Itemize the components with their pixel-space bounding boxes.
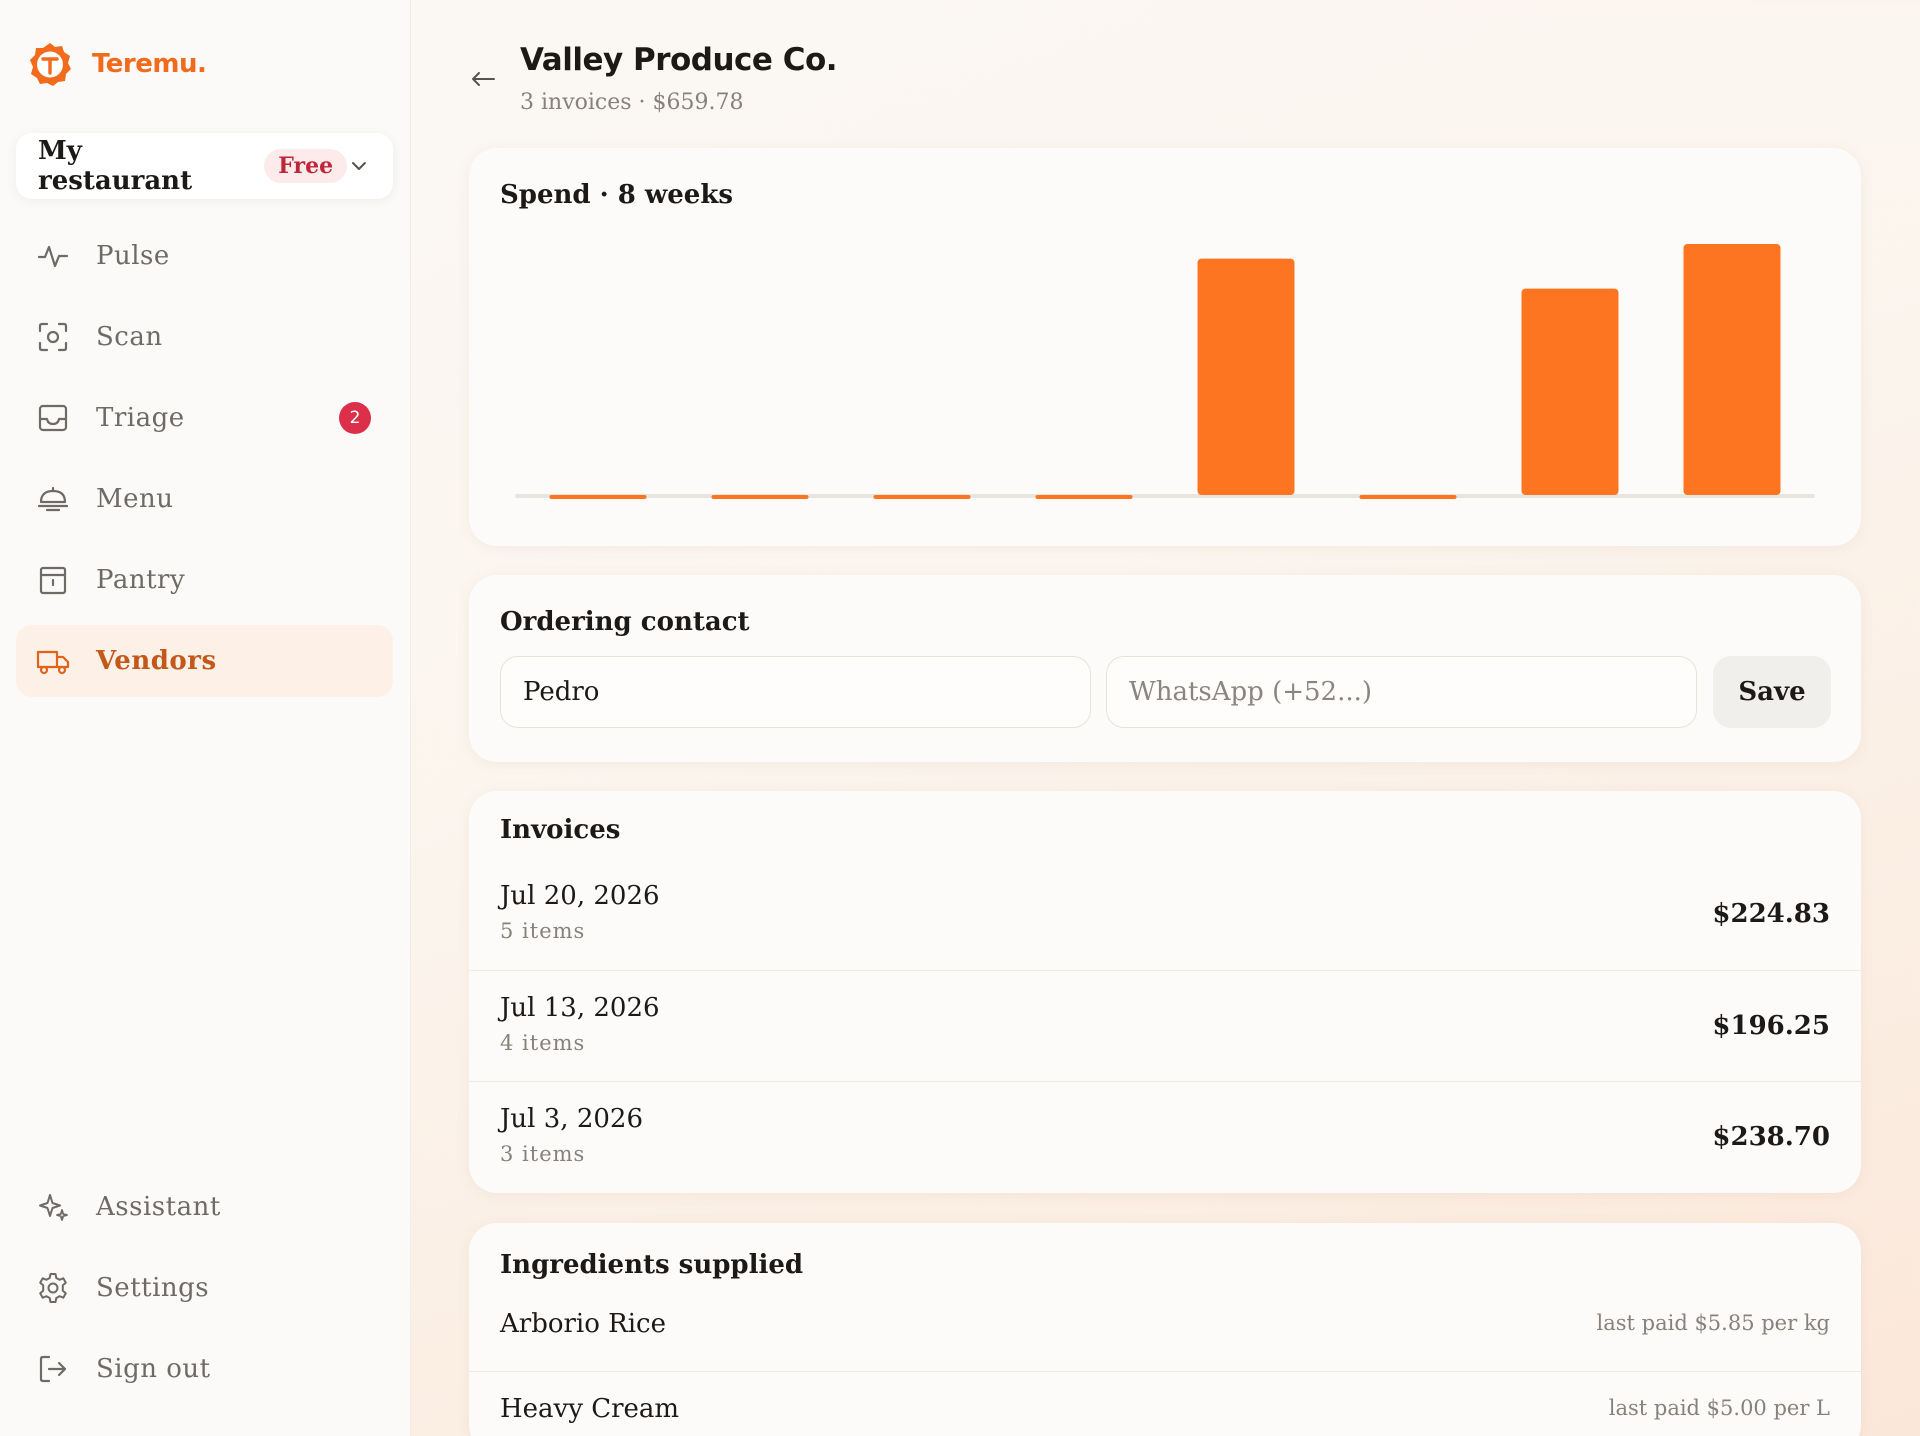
chart-bar-zero[interactable] [549,495,647,499]
invoice-row[interactable]: Jul 20, 2026 5 items $224.83 [469,859,1861,970]
spend-chart-card: Spend · 8 weeks [469,148,1861,546]
invoice-item-count: 3 items [500,1142,586,1166]
secondary-nav: Assistant Settings Sign out [16,1171,393,1414]
nav-item-vendors[interactable]: Vendors [16,625,393,697]
ingredient-last-price: last paid $5.85 per kg [1596,1311,1830,1335]
ordering-contact-card: Ordering contact Save [469,575,1861,762]
nav-label: Pulse [96,241,170,271]
chart-bar-zero[interactable] [711,495,809,499]
contact-name-input[interactable] [500,656,1091,728]
save-contact-button[interactable]: Save [1713,656,1831,728]
ingredients-title: Ingredients supplied [500,1250,804,1280]
nav-item-pantry[interactable]: Pantry [16,544,393,616]
invoice-row[interactable]: Jul 13, 2026 4 items $196.25 [469,970,1861,1081]
nav-item-settings[interactable]: Settings [16,1252,393,1324]
teremu-logo-icon [30,43,71,86]
ordering-contact-title: Ordering contact [500,607,750,637]
brand[interactable]: Teremu. [26,40,207,88]
ingredient-row[interactable]: Arborio Rice last paid $5.85 per kg [469,1287,1861,1371]
invoice-date: Jul 20, 2026 [500,881,660,911]
invoice-date: Jul 3, 2026 [500,1104,643,1134]
nav-item-assistant[interactable]: Assistant [16,1171,393,1243]
page-subtitle: 3 invoices · $659.78 [520,90,744,115]
sign-out-icon [39,1355,67,1383]
pantry-box-icon [39,566,67,595]
nav-label: Pantry [96,565,186,595]
nav-label: Triage [96,403,185,433]
nav-label: Sign out [96,1354,211,1384]
nav-label: Vendors [96,646,217,676]
invoices-card: Invoices Jul 20, 2026 5 items $224.83 Ju… [469,791,1861,1193]
chart-bar[interactable] [1197,258,1295,495]
truck-icon [36,650,70,675]
brand-name: Teremu. [92,49,207,79]
invoice-row[interactable]: Jul 3, 2026 3 items $238.70 [469,1081,1861,1192]
sparkles-icon [39,1194,68,1221]
invoice-amount: $224.83 [1712,899,1830,929]
nav-label: Settings [96,1273,210,1303]
ingredient-last-price: last paid $5.00 per L [1608,1396,1830,1420]
invoice-date: Jul 13, 2026 [500,993,660,1023]
scan-icon [38,322,68,352]
invoices-title: Invoices [500,815,621,845]
invoice-item-count: 4 items [500,1031,586,1055]
plan-badge: Free [264,149,348,183]
back-arrow-icon[interactable] [468,64,498,94]
ingredient-row[interactable]: Heavy Cream last paid $5.00 per L [469,1371,1861,1436]
spend-bar-chart [515,244,1815,499]
chart-bar-zero[interactable] [1359,495,1457,499]
invoice-amount: $238.70 [1712,1122,1830,1152]
nav-item-triage[interactable]: Triage 2 [16,382,393,454]
invoice-amount: $196.25 [1712,1011,1830,1041]
chevron-down-icon [352,162,367,170]
ingredient-name: Arborio Rice [500,1309,667,1339]
whatsapp-input[interactable] [1106,656,1697,728]
nav-item-scan[interactable]: Scan [16,301,393,373]
inbox-icon [38,404,68,432]
nav-label: Scan [96,322,163,352]
nav-item-menu[interactable]: Menu [16,463,393,535]
chart-bar-zero[interactable] [873,495,971,499]
menu-cloche-icon [37,486,69,512]
ingredients-card: Ingredients supplied Arborio Rice last p… [469,1223,1861,1436]
workspace-name: My restaurant [38,136,193,196]
workspace-switcher[interactable]: My restaurant Free [16,133,393,199]
nav-item-pulse[interactable]: Pulse [16,220,393,292]
invoice-item-count: 5 items [500,919,586,943]
pulse-icon [37,245,69,268]
page-title: Valley Produce Co. [520,42,838,78]
ingredient-name: Heavy Cream [500,1394,680,1424]
chart-bar-zero[interactable] [1035,495,1133,499]
gear-icon [39,1273,67,1303]
nav-label: Assistant [96,1192,221,1222]
sidebar: Teremu. My restaurant Free Pulse Scan Tr… [0,0,411,1436]
chart-bar[interactable] [1521,288,1619,495]
triage-count-badge: 2 [339,402,371,434]
nav-label: Menu [96,484,174,514]
chart-bar[interactable] [1683,244,1781,495]
main-nav: Pulse Scan Triage 2 Menu Pantry Vendors [16,220,393,706]
nav-item-sign-out[interactable]: Sign out [16,1333,393,1405]
